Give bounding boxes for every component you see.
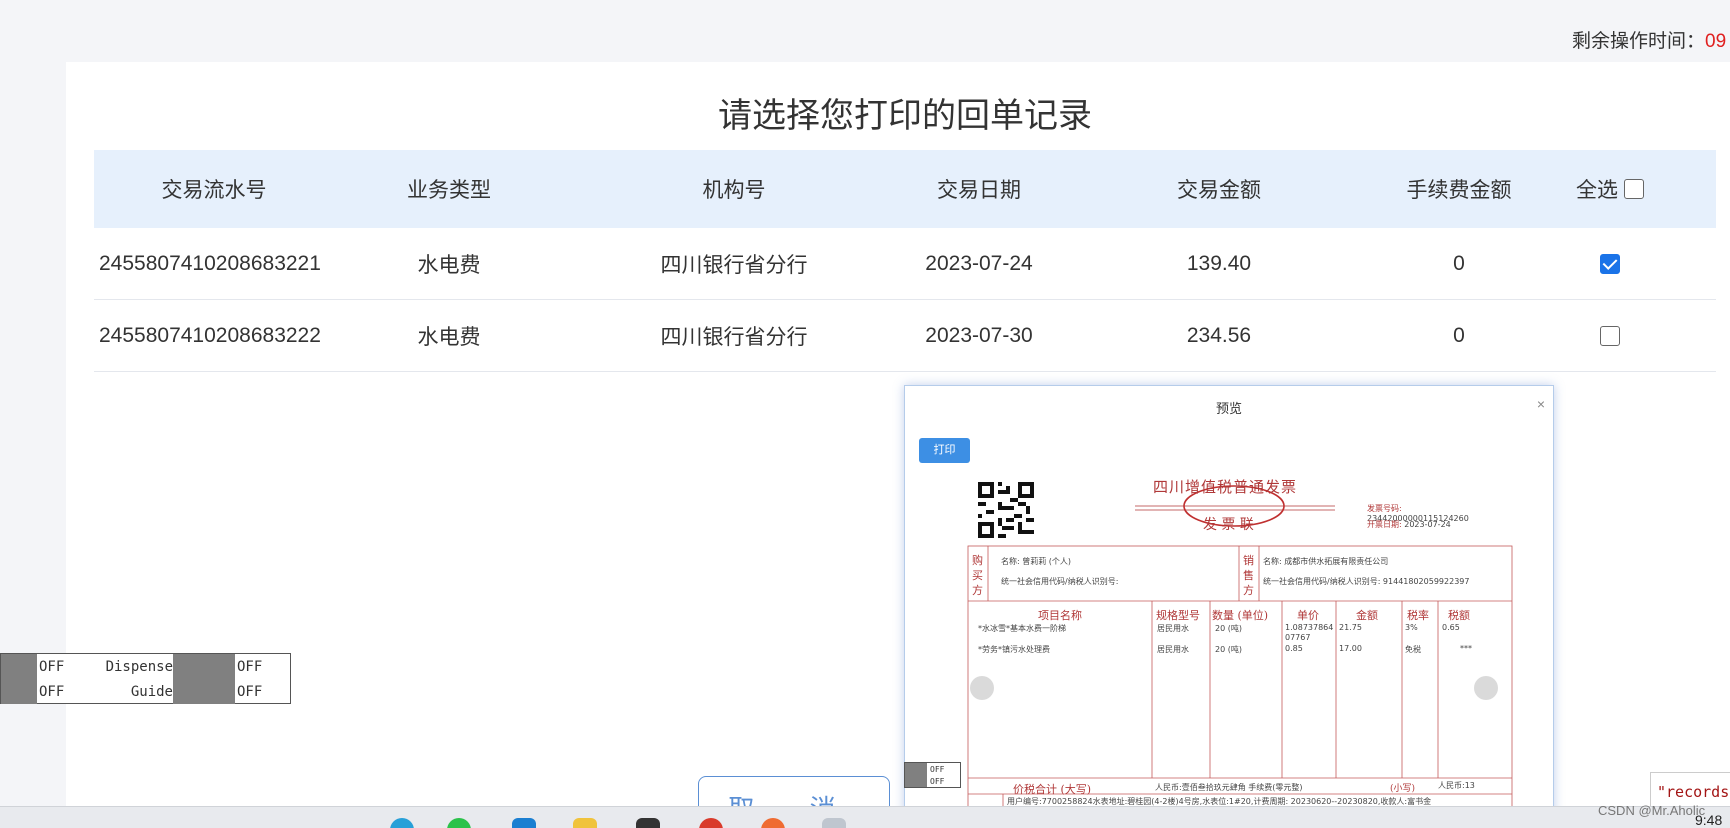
invoice-title: 四川增值税普通发票 [1153,478,1298,496]
total-text: 人民币:壹佰叁拾玖元肆角 手续费(零元整) [1155,783,1303,792]
mini-status-overlay: OFF OFF [904,762,961,788]
table-header: 交易流水号 业务类型 机构号 交易日期 交易金额 手续费金额 全选 [94,150,1716,228]
item-price: 0.85 [1285,644,1303,653]
status-swatch [1,679,37,704]
buyer-id: 统一社会信用代码/纳税人识别号: [1001,577,1119,586]
seller-label: 销售方 [1243,554,1254,597]
item-amount: 21.75 [1339,623,1362,632]
select-all-checkbox[interactable] [1624,179,1644,199]
col-rate: 税率 [1407,609,1429,622]
timer: 剩余操作时间：09 [1572,26,1726,53]
records-table: 交易流水号 业务类型 机构号 交易日期 交易金额 手续费金额 全选 245580… [94,150,1716,372]
cell-select [1534,252,1686,276]
cell-type: 水电费 [417,253,481,277]
cell-fee: 0 [1453,251,1465,275]
total-small-value: 人民币:13 [1438,781,1475,790]
invoice-date-label: 开票日期: [1367,520,1402,529]
preview-modal: 预览 × 打印 四川增值税普通发票 发 票 联 发票号码: 2344200000… [904,385,1554,828]
col-price: 单价 [1297,609,1319,622]
status-label: Guide [130,683,173,700]
status-swatch [173,654,235,679]
invoice-date-value: 2023-07-24 [1404,520,1451,529]
table-row[interactable]: 2455807410208683221 水电费 四川银行省分行 2023-07-… [94,228,1716,300]
col-select-all: 全选 [1534,174,1686,204]
col-org: 机构号 [702,179,766,202]
table-row[interactable]: 2455807410208683222 水电费 四川银行省分行 2023-07-… [94,300,1716,372]
item-price: 1.08737864 07767 [1285,623,1334,642]
page-title: 请选择您打印的回单记录 [718,97,1092,135]
item-rate: 3% [1405,623,1418,632]
cell-type: 水电费 [417,325,481,349]
col-tax: 税额 [1448,609,1470,622]
device-status-overlay: OFF Dispense OFF OFF Guide OFF [0,653,291,704]
item-qty: 20 (吨) [1215,624,1242,633]
item-tax: *** [1460,644,1472,653]
timer-label: 剩余操作时间： [1572,31,1706,52]
col-amount: 交易金额 [1177,179,1261,202]
watermark: CSDN @Mr.Aholic [1598,803,1706,818]
item-name: *劳务*镇污水处理费 [978,645,1050,654]
status-value: OFF [237,683,263,700]
folder-icon[interactable] [573,818,597,828]
total-label: 价税合计 (大写) [1013,783,1092,796]
buyer-label: 购买方 [972,554,983,597]
col-item-name: 项目名称 [1038,609,1082,622]
status-value: OFF [237,658,263,675]
seller-id: 统一社会信用代码/纳税人识别号: 91441802059922397 [1263,577,1470,586]
timer-value: 09 [1705,31,1727,52]
cell-select [1534,324,1686,348]
item-qty: 20 (吨) [1215,645,1242,654]
item-name: *水冰雪*基本水费一阶梯 [978,624,1066,633]
row-checkbox[interactable] [1600,253,1620,274]
row-checkbox[interactable] [1600,325,1620,346]
status-value: OFF [930,764,945,774]
col-serial: 交易流水号 [161,179,267,202]
prev-page-arrow[interactable] [970,676,994,700]
col-date: 交易日期 [937,179,1021,202]
cell-fee: 0 [1453,323,1465,347]
buyer-name: 名称: 曾莉莉 (个人) [1001,557,1072,566]
cell-date: 2023-07-30 [925,323,1033,347]
col-amount: 金额 [1356,609,1378,622]
cell-org: 四川银行省分行 [660,253,808,277]
col-spec: 规格型号 [1156,609,1200,622]
status-swatch [1,654,37,679]
item-rate: 免税 [1405,645,1421,654]
item-amount: 17.00 [1339,644,1362,653]
invoice-number-label: 发票号码: [1367,504,1402,513]
next-page-arrow[interactable] [1474,676,1498,700]
item-spec: 居民用水 [1157,624,1189,633]
status-value: OFF [39,683,65,700]
cell-org: 四川银行省分行 [660,325,808,349]
status-value: OFF [39,658,65,675]
col-fee: 手续费金额 [1406,179,1512,202]
item-tax: 0.65 [1442,623,1460,632]
cell-amount: 234.56 [1186,323,1252,347]
invoice-date: 开票日期: 2023-07-24 [1367,519,1451,530]
cell-date: 2023-07-24 [925,251,1033,275]
cell-serial: 2455807410208683222 [99,323,321,347]
status-label: Dispense [105,658,173,675]
item-spec: 居民用水 [1157,645,1189,654]
col-type: 业务类型 [407,179,491,202]
status-swatch [905,775,927,787]
vscode-icon[interactable] [512,818,536,828]
clock: 9:48 [1695,812,1723,828]
invoice-subtitle: 发 票 联 [1203,517,1254,533]
notepad-icon[interactable] [822,818,846,828]
cell-serial: 2455807410208683221 [99,251,321,275]
select-all-label: 全选 [1576,179,1618,202]
terminal-icon[interactable] [636,818,660,828]
taskbar [0,806,1730,828]
seller-name: 名称: 成都市供水拓展有限责任公司 [1263,557,1389,566]
status-value: OFF [930,776,945,786]
total-small-label: (小写) [1390,784,1416,794]
cell-amount: 139.40 [1186,251,1252,275]
col-qty: 数量 (单位) [1212,609,1269,622]
status-swatch [173,679,235,704]
status-swatch [905,763,927,775]
